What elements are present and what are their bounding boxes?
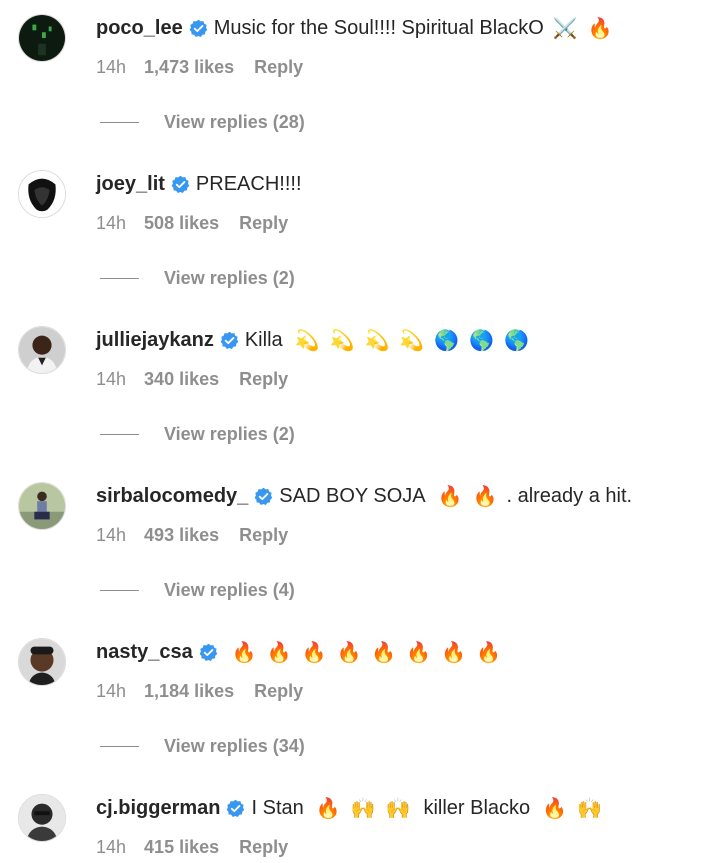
comment-text-suffix: . already a hit. — [506, 484, 633, 507]
globe-emoji: 🌎 — [434, 328, 460, 352]
comment-text: PREACH!!!! — [195, 172, 302, 195]
view-replies-label: View replies (2) — [164, 267, 295, 288]
view-replies-label: View replies (4) — [164, 579, 295, 600]
comment-line: poco_lee Music for the Soul!!!! Spiritua… — [96, 14, 618, 42]
comment-text: SAD BOY SOJA — [279, 484, 426, 507]
view-replies-button[interactable]: View replies (4) — [100, 578, 295, 602]
fire-emoji: 🔥 — [437, 484, 463, 508]
avatar[interactable] — [18, 482, 66, 530]
view-replies-label: View replies (28) — [164, 111, 305, 132]
username[interactable]: sirbalocomedy_ — [96, 485, 248, 508]
likes-count[interactable]: 508 likes — [144, 213, 219, 234]
fire-emoji: 🔥 — [587, 16, 613, 40]
crossed-swords-emoji: ⚔️ — [552, 16, 578, 40]
fire-emoji: 🔥 — [371, 640, 397, 664]
timestamp: 14h — [96, 368, 127, 389]
view-replies-label: View replies (2) — [164, 423, 295, 444]
globe-emoji: 🌎 — [504, 328, 529, 352]
reply-button[interactable]: Reply — [239, 213, 288, 234]
dizzy-emoji: 💫 — [364, 328, 390, 352]
globe-emoji: 🌎 — [469, 328, 495, 352]
comment-line: julliejaykanz Killa 💫 💫 💫 💫 🌎 🌎 🌎 — [96, 326, 534, 354]
fire-emoji: 🔥 — [406, 640, 432, 664]
raising-hands-emoji: 🙌 — [577, 796, 602, 820]
divider — [100, 589, 139, 591]
comment-text: Music for the Soul!!!! Spiritual BlackO — [213, 16, 544, 39]
view-replies-button[interactable]: View replies (34) — [100, 734, 305, 758]
fire-emoji: 🔥 — [476, 640, 501, 664]
comment-text: I Stan — [251, 796, 304, 819]
fire-emoji: 🔥 — [301, 640, 327, 664]
timestamp: 14h — [96, 56, 127, 77]
divider — [100, 745, 139, 747]
verified-badge-icon — [226, 799, 245, 818]
comment-line: cj.biggerman I Stan 🔥 🙌 🙌 killer Blacko … — [96, 794, 607, 822]
timestamp: 14h — [96, 680, 127, 701]
comment-text: Killa — [244, 328, 283, 351]
verified-badge-icon — [220, 331, 239, 350]
verified-badge-icon — [199, 643, 218, 662]
username[interactable]: nasty_csa — [96, 641, 193, 664]
username[interactable]: poco_lee — [96, 17, 183, 40]
fire-emoji: 🔥 — [542, 796, 568, 820]
verified-badge-icon — [171, 175, 190, 194]
comment-meta: 14h 415 likes Reply — [96, 836, 288, 858]
likes-count[interactable]: 1,184 likes — [144, 681, 234, 702]
reply-button[interactable]: Reply — [254, 57, 303, 78]
timestamp: 14h — [96, 212, 127, 233]
fire-emoji: 🔥 — [336, 640, 362, 664]
likes-count[interactable]: 493 likes — [144, 525, 219, 546]
reply-button[interactable]: Reply — [239, 525, 288, 546]
fire-emoji: 🔥 — [441, 640, 467, 664]
reply-button[interactable]: Reply — [254, 681, 303, 702]
timestamp: 14h — [96, 836, 127, 857]
verified-badge-icon — [189, 19, 208, 38]
likes-count[interactable]: 340 likes — [144, 369, 219, 390]
comment-meta: 14h 1,473 likes Reply — [96, 56, 303, 78]
raising-hands-emoji: 🙌 — [350, 796, 376, 820]
comment-line: nasty_csa 🔥 🔥 🔥 🔥 🔥 🔥 🔥 🔥 — [96, 638, 506, 666]
divider — [100, 433, 139, 435]
avatar[interactable] — [18, 170, 66, 218]
avatar[interactable] — [18, 326, 66, 374]
verified-badge-icon — [254, 487, 273, 506]
avatar[interactable] — [18, 794, 66, 842]
username[interactable]: julliejaykanz — [96, 329, 214, 352]
fire-emoji: 🔥 — [472, 484, 498, 508]
fire-emoji: 🔥 — [231, 640, 257, 664]
divider — [100, 277, 139, 279]
view-replies-button[interactable]: View replies (2) — [100, 422, 295, 446]
fire-emoji: 🔥 — [315, 796, 341, 820]
timestamp: 14h — [96, 524, 127, 545]
avatar[interactable] — [18, 14, 66, 62]
view-replies-label: View replies (34) — [164, 735, 305, 756]
raising-hands-emoji: 🙌 — [385, 796, 411, 820]
dizzy-emoji: 💫 — [329, 328, 355, 352]
comment-text-middle: killer Blacko — [423, 796, 531, 819]
comment-meta: 14h 493 likes Reply — [96, 524, 288, 546]
comment-meta: 14h 508 likes Reply — [96, 212, 288, 234]
username[interactable]: joey_lit — [96, 173, 165, 196]
fire-emoji: 🔥 — [266, 640, 292, 664]
comment-line: sirbalocomedy_ SAD BOY SOJA 🔥 🔥 . alread… — [96, 482, 632, 510]
divider — [100, 121, 139, 123]
username[interactable]: cj.biggerman — [96, 797, 220, 820]
reply-button[interactable]: Reply — [239, 369, 288, 390]
dizzy-emoji: 💫 — [294, 328, 320, 352]
view-replies-button[interactable]: View replies (28) — [100, 110, 305, 134]
reply-button[interactable]: Reply — [239, 837, 288, 858]
comment-line: joey_lit PREACH!!!! — [96, 170, 302, 198]
likes-count[interactable]: 415 likes — [144, 837, 219, 858]
comment-meta: 14h 340 likes Reply — [96, 368, 288, 390]
view-replies-button[interactable]: View replies (2) — [100, 266, 295, 290]
comment-meta: 14h 1,184 likes Reply — [96, 680, 303, 702]
avatar[interactable] — [18, 638, 66, 686]
dizzy-emoji: 💫 — [399, 328, 425, 352]
likes-count[interactable]: 1,473 likes — [144, 57, 234, 78]
